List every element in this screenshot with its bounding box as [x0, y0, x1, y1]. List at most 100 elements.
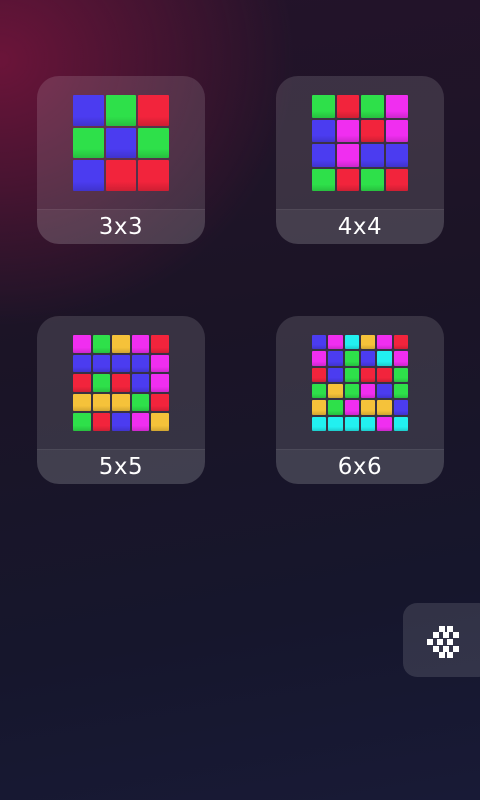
board-cell-yellow	[377, 400, 392, 415]
board-cell-cyan	[312, 416, 327, 431]
board-cell-red	[138, 95, 169, 126]
board-cell-yellow	[360, 335, 376, 350]
board-cell-magenta	[360, 383, 376, 399]
level-card-6x6[interactable]: 6x6	[276, 316, 444, 484]
board-cell-blue	[393, 400, 408, 415]
board-cell-magenta	[336, 144, 359, 167]
board-cell-red	[73, 374, 91, 392]
board-cell-red	[312, 367, 327, 382]
level-select-grid: 3x3 4x4 5x5 6x6	[0, 0, 480, 800]
board-cell-yellow	[92, 393, 111, 412]
board-cell-green	[92, 335, 111, 353]
level-label: 6x6	[276, 449, 444, 484]
board-preview	[312, 335, 408, 431]
level-thumbnail	[37, 316, 205, 450]
board-cell-blue	[92, 354, 111, 373]
board-cell-red	[336, 95, 359, 118]
board-cell-blue	[377, 383, 392, 399]
board-cell-green	[361, 168, 384, 191]
board-cell-magenta	[393, 351, 408, 366]
board-cell-yellow	[328, 383, 343, 399]
board-cell-magenta	[328, 335, 343, 350]
board-cell-red	[105, 160, 137, 191]
board-cell-yellow	[73, 393, 91, 412]
board-cell-red	[92, 413, 111, 431]
board-cell-yellow	[312, 400, 327, 415]
board-cell-green	[92, 374, 111, 392]
level-label: 4x4	[276, 209, 444, 244]
board-cell-green	[361, 95, 384, 118]
board-cell-magenta	[385, 95, 408, 118]
board-cell-yellow	[151, 413, 169, 431]
board-cell-red	[151, 335, 169, 353]
level-thumbnail	[37, 76, 205, 210]
board-cell-blue	[328, 367, 343, 382]
board-cell-green	[344, 367, 359, 382]
board-cell-cyan	[328, 416, 343, 431]
board-preview	[73, 335, 169, 431]
board-cell-magenta	[385, 119, 408, 142]
board-cell-blue	[131, 354, 150, 373]
board-cell-yellow	[112, 335, 130, 353]
board-cell-blue	[360, 351, 376, 366]
board-cell-green	[131, 393, 150, 412]
board-cell-red	[112, 374, 130, 392]
board-cell-green	[73, 127, 104, 159]
board-cell-magenta	[336, 119, 359, 142]
board-cell-magenta	[344, 400, 359, 415]
board-cell-green	[73, 413, 91, 431]
board-cell-blue	[131, 374, 150, 392]
board-cell-yellow	[360, 400, 376, 415]
board-cell-magenta	[377, 335, 392, 350]
level-label: 3x3	[37, 209, 205, 244]
board-cell-blue	[112, 413, 130, 431]
board-cell-green	[105, 95, 137, 126]
board-cell-cyan	[393, 416, 408, 431]
board-cell-red	[377, 367, 392, 382]
board-cell-blue	[112, 354, 130, 373]
back-arrow-icon	[427, 626, 459, 658]
board-cell-cyan	[360, 416, 376, 431]
board-cell-magenta	[151, 374, 169, 392]
board-preview	[73, 95, 169, 191]
board-cell-red	[393, 335, 408, 350]
board-cell-red	[336, 168, 359, 191]
board-cell-blue	[385, 144, 408, 167]
board-cell-cyan	[377, 351, 392, 366]
level-thumbnail	[276, 316, 444, 450]
board-cell-blue	[312, 335, 327, 350]
board-cell-blue	[328, 351, 343, 366]
board-cell-green	[393, 367, 408, 382]
board-cell-blue	[73, 354, 91, 373]
board-cell-cyan	[344, 335, 359, 350]
board-preview	[312, 95, 408, 191]
board-cell-blue	[361, 144, 384, 167]
board-cell-green	[312, 95, 335, 118]
board-cell-red	[138, 160, 169, 191]
board-cell-yellow	[112, 393, 130, 412]
board-cell-red	[361, 119, 384, 142]
level-card-3x3[interactable]: 3x3	[37, 76, 205, 244]
board-cell-cyan	[344, 416, 359, 431]
board-cell-green	[328, 400, 343, 415]
board-cell-green	[312, 383, 327, 399]
board-cell-red	[151, 393, 169, 412]
board-cell-blue	[312, 144, 335, 167]
board-cell-blue	[312, 119, 335, 142]
back-button[interactable]	[403, 603, 480, 677]
board-cell-green	[344, 351, 359, 366]
level-card-5x5[interactable]: 5x5	[37, 316, 205, 484]
level-card-4x4[interactable]: 4x4	[276, 76, 444, 244]
board-cell-red	[385, 168, 408, 191]
board-cell-magenta	[73, 335, 91, 353]
board-cell-magenta	[151, 354, 169, 373]
board-cell-green	[393, 383, 408, 399]
board-cell-magenta	[131, 335, 150, 353]
board-cell-red	[360, 367, 376, 382]
level-thumbnail	[276, 76, 444, 210]
board-cell-blue	[73, 160, 104, 191]
board-cell-magenta	[131, 413, 150, 431]
board-cell-green	[344, 383, 359, 399]
board-cell-blue	[73, 95, 104, 126]
level-label: 5x5	[37, 449, 205, 484]
